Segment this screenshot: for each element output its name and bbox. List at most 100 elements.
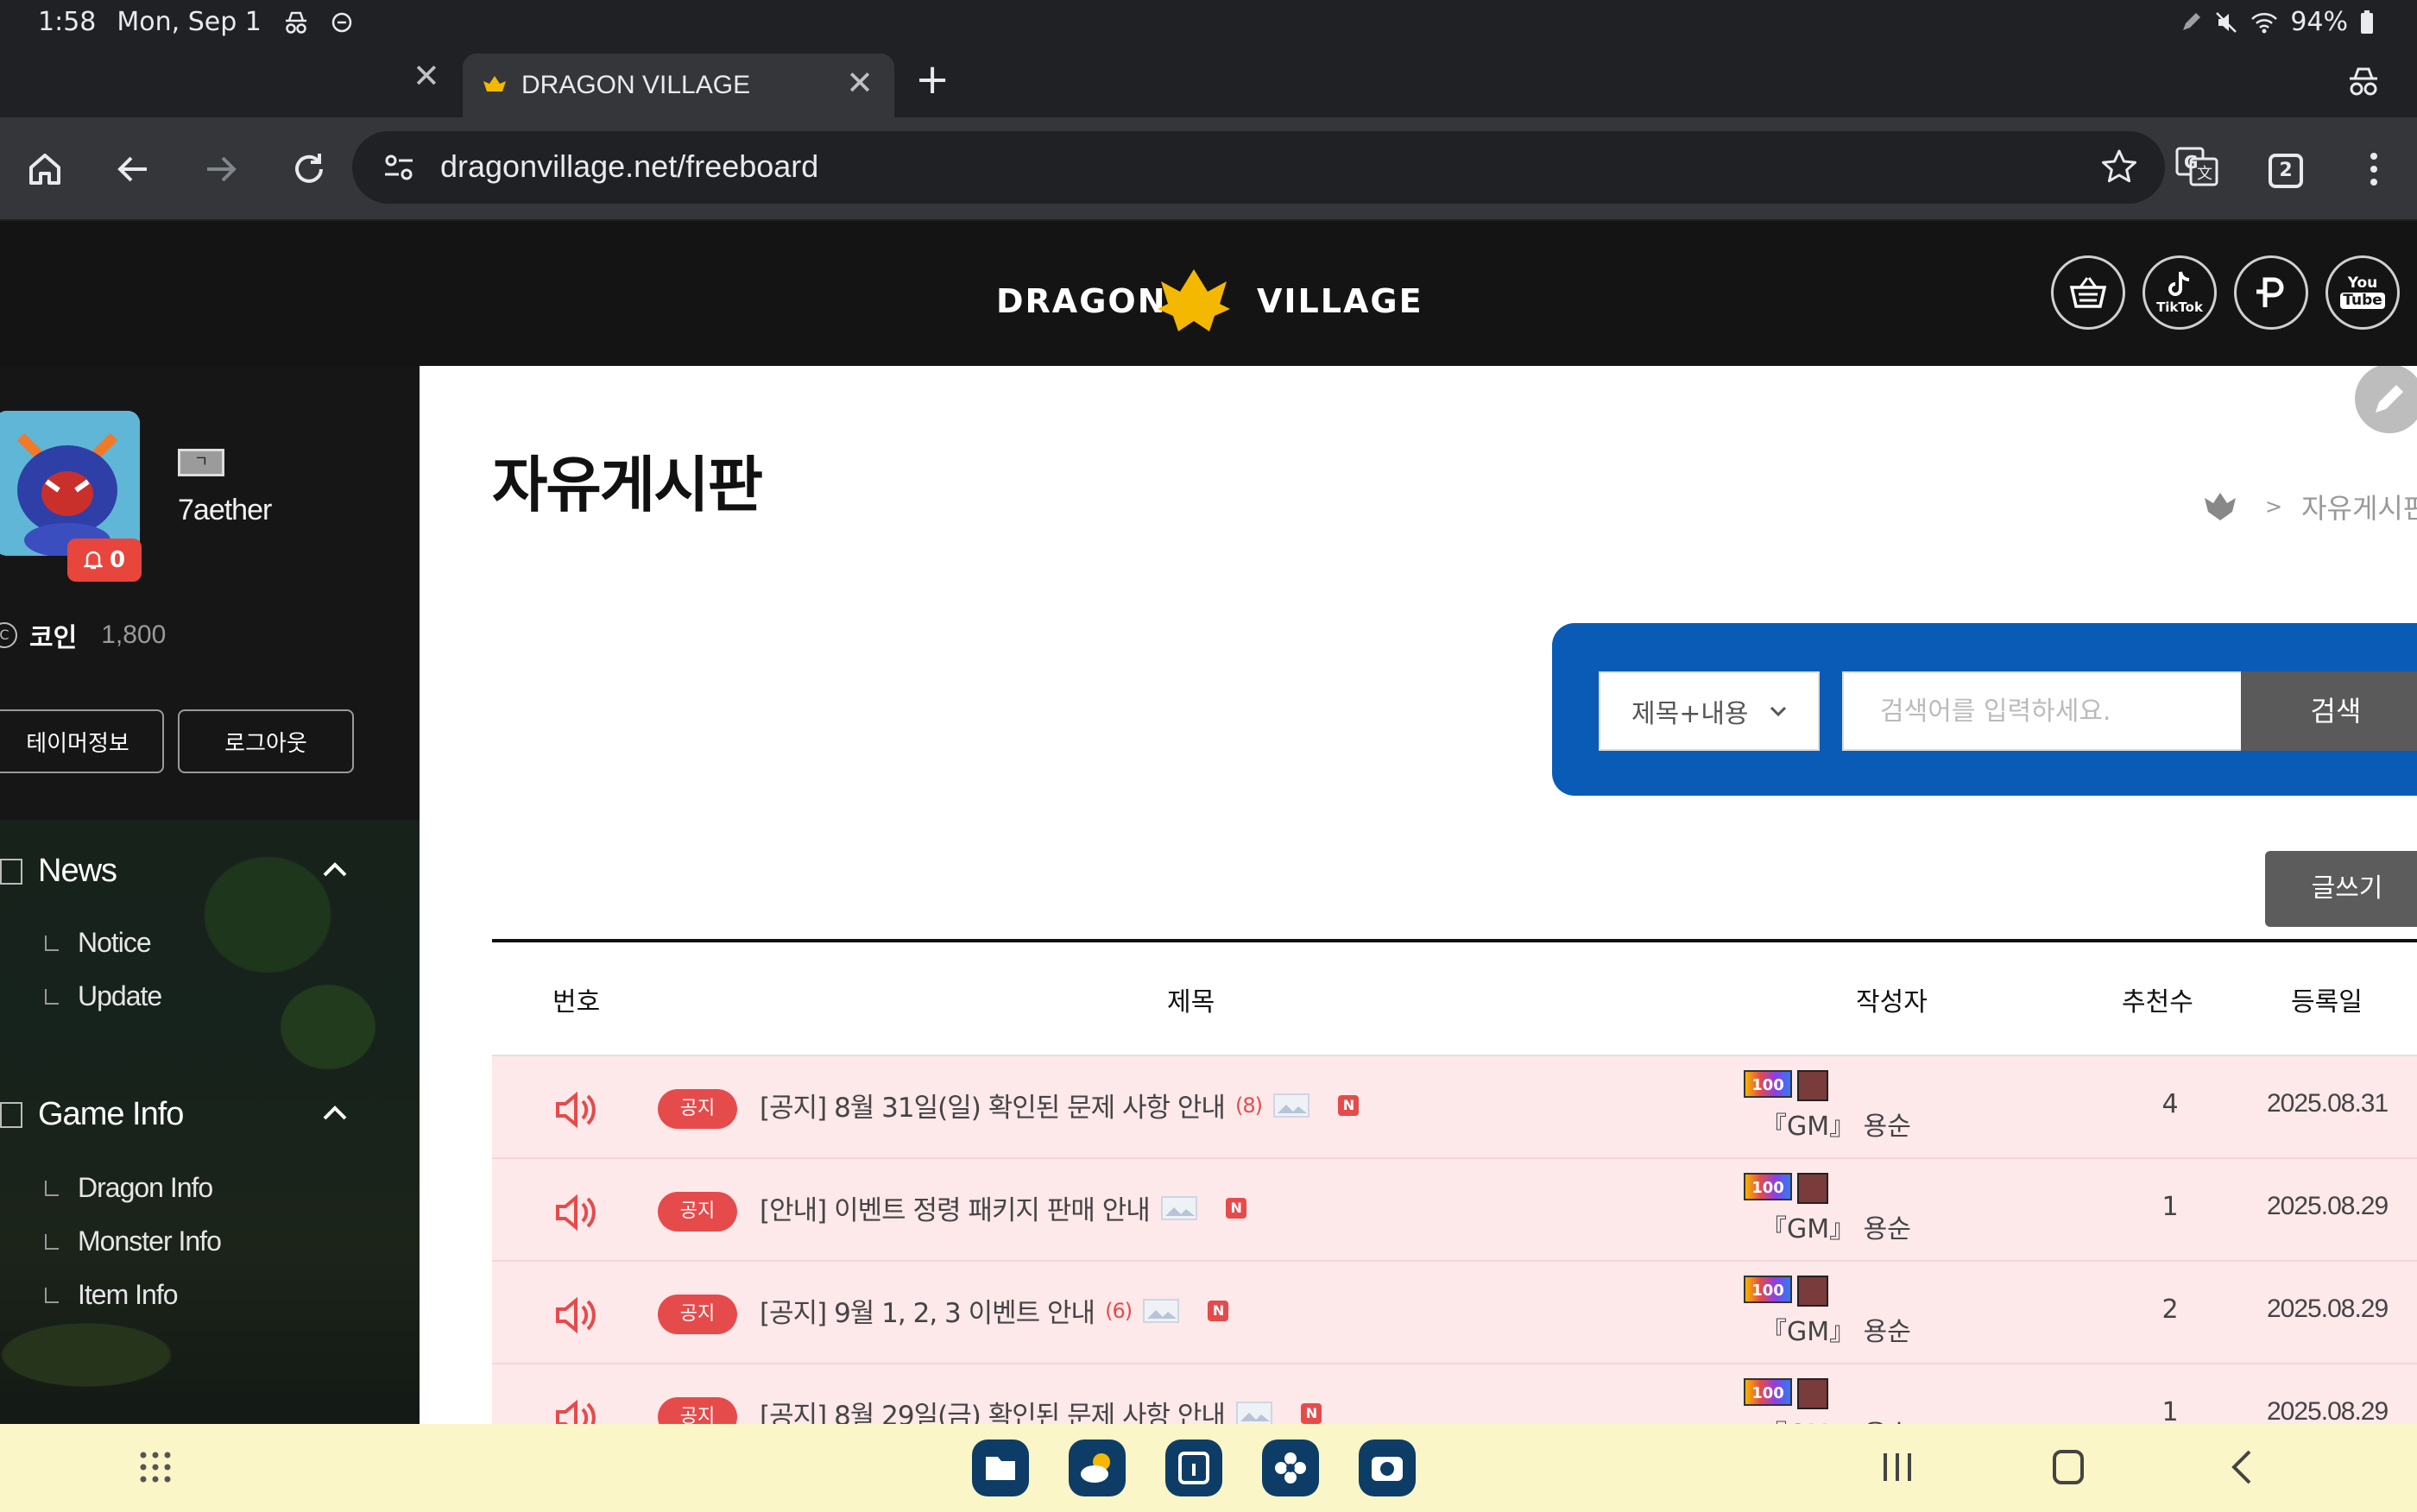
close-tab-icon[interactable]: ✕ [846,64,874,102]
site-header: DRAGON VILLAGE TikTok You Tube [0,221,2417,366]
page-title: 자유게시판 [492,450,763,520]
sidebar-item-update[interactable]: Update [45,980,162,1012]
level-100-badge: 100 [1744,1070,1792,1098]
tree-corner-icon [45,1287,59,1303]
menu-group-news[interactable]: News [0,853,117,890]
new-tab-icon[interactable]: + [915,55,950,104]
sidebar-item-label: Monster Info [78,1225,222,1257]
post-title-link[interactable]: [공지] 8월 29일(금) 확인된 문제 사항 안내 N [760,1394,1322,1424]
likes-count: 4 [2161,1089,2179,1119]
alarm-badge[interactable]: 0 [67,539,142,582]
post-date: 2025.08.31 [2267,1089,2389,1118]
author-name: 『GM』 용순 [1761,1317,1911,1347]
close-tab-icon[interactable]: ✕ [413,57,440,95]
sidebar-item-notice[interactable]: Notice [45,927,152,959]
back-nav-icon[interactable] [2227,1448,2256,1486]
author-cell[interactable]: 100 『GM』 용순 [1744,1173,1911,1245]
breadcrumb-current[interactable]: 자유게시판 [2301,487,2417,526]
flower-icon [1275,1452,1306,1484]
new-icon: N [1225,1197,1246,1219]
dragon-village-logo[interactable]: DRAGON VILLAGE [993,255,1424,333]
tree-corner-icon [45,988,59,1005]
tab-title: DRAGON VILLAGE [521,71,751,99]
pinterest-p-button[interactable] [2234,255,2308,330]
author-name: 『GM』 용순 [1761,1214,1911,1244]
back-icon[interactable] [112,148,154,190]
menu-group-game-info[interactable]: Game Info [0,1096,184,1133]
list-icon [0,858,22,885]
bell-icon [83,551,103,570]
tiktok-button[interactable]: TikTok [2142,255,2217,330]
post-title-link[interactable]: [공지] 8월 31일(일) 확인된 문제 사항 안내 (8) N [760,1086,1359,1125]
tamer-info-button[interactable]: 테이머정보 [0,709,164,773]
chevron-up-icon[interactable] [318,1096,352,1131]
col-no: 번호 [552,987,601,1017]
table-row[interactable]: 공지 [공지] 8월 31일(일) 확인된 문제 사항 안내 (8) N 100… [492,1056,2417,1159]
camera-icon [1372,1457,1403,1481]
tab-switcher-button[interactable]: 2 [2269,154,2303,188]
youtube-button[interactable]: You Tube [2325,255,2400,330]
sidebar-item-label: Item Info [78,1279,178,1310]
author-cell[interactable]: 100 『GM』 용순 [1744,1276,1911,1348]
author-cell[interactable]: 100 『GM』 용순 [1744,1070,1911,1143]
calendar-icon [1178,1452,1209,1484]
post-table: 번호 제목 작성자 추천수 등록일 공지 [공지] 8월 31일(일) 확인된 … [492,939,2417,1424]
translate-icon[interactable]: G文 [2175,145,2218,188]
bixby-app-icon[interactable] [1262,1440,1319,1496]
sidebar-item-dragon-info[interactable]: Dragon Info [45,1172,213,1204]
table-row[interactable]: 공지 [공지] 8월 29일(금) 확인된 문제 사항 안내 N 100 『GM… [492,1364,2417,1424]
favicon-icon [483,76,506,91]
search-scope-value: 제목+내용 [1631,699,1749,729]
battery-percent: 94% [2290,7,2348,37]
recent-apps-icon[interactable] [1880,1450,1915,1484]
post-title-link[interactable]: [안내] 이벤트 정령 패키지 판매 안내 N [760,1188,1246,1227]
home-nav-button[interactable] [2053,1450,2084,1484]
table-row[interactable]: 공지 [안내] 이벤트 정령 패키지 판매 안내 N 100 『GM』 용순 1… [492,1159,2417,1262]
sidebar-item-label: Update [78,980,162,1011]
home-icon[interactable] [24,148,66,190]
logout-button[interactable]: 로그아웃 [178,709,354,773]
more-menu-icon[interactable] [2353,148,2395,190]
comment-count: (8) [1234,1093,1263,1118]
notice-badge: 공지 [658,1192,737,1232]
new-icon: N [1208,1300,1229,1321]
app-drawer-icon[interactable] [138,1450,173,1484]
search-input[interactable] [1842,671,2241,751]
status-time: 1:58 [38,7,97,37]
bookmark-star-icon[interactable] [2099,147,2139,186]
search-scope-select[interactable]: 제목+내용 [1599,671,1820,751]
edit-fab-button[interactable] [2355,366,2417,433]
speaker-icon [556,1399,596,1424]
avatar[interactable] [0,411,140,556]
forward-icon[interactable] [200,148,242,190]
wifi-icon [2251,12,2278,33]
site-settings-icon[interactable] [382,150,416,185]
sidebar-item-item-info[interactable]: Item Info [45,1279,178,1311]
address-bar[interactable]: dragonvillage.net/freeboard [352,131,2165,204]
camera-app-icon[interactable] [1359,1440,1416,1496]
search-button[interactable]: 검색 [2241,671,2417,751]
table-row[interactable]: 공지 [공지] 9월 1, 2, 3 이벤트 안내 (6) N 100 『GM』… [492,1262,2417,1364]
write-button[interactable]: 글쓰기 [2265,851,2417,927]
calendar-app-icon[interactable] [1165,1440,1222,1496]
reload-icon[interactable] [288,148,330,190]
weather-app-icon[interactable] [1069,1440,1126,1496]
status-date: Mon, Sep 1 [117,7,262,37]
home-logo-icon[interactable] [2203,491,2246,522]
files-app-icon[interactable] [972,1440,1029,1496]
tree-corner-icon [45,935,59,951]
author-cell[interactable]: 100 『GM』 용순 [1744,1378,1911,1424]
tab-dragon-village[interactable]: DRAGON VILLAGE ✕ [463,54,894,117]
post-title-link[interactable]: [공지] 9월 1, 2, 3 이벤트 안내 (6) N [760,1291,1229,1330]
level-100-badge: 100 [1744,1378,1792,1406]
notice-badge: 공지 [658,1397,737,1424]
author-name: 『GM』 용순 [1761,1413,1911,1424]
sidebar-item-monster-info[interactable]: Monster Info [45,1225,222,1257]
speaker-icon [556,1194,596,1232]
mute-icon [2216,11,2237,33]
chevron-up-icon[interactable] [318,853,352,887]
main-content: 자유게시판 > 자유게시판 제목+내용 검색 글쓰기 번호 제목 작성자 추천수… [420,366,2417,1424]
incognito-icon[interactable] [2346,64,2381,98]
shop-basket-button[interactable] [2051,255,2125,330]
coin-icon: C [0,622,17,648]
